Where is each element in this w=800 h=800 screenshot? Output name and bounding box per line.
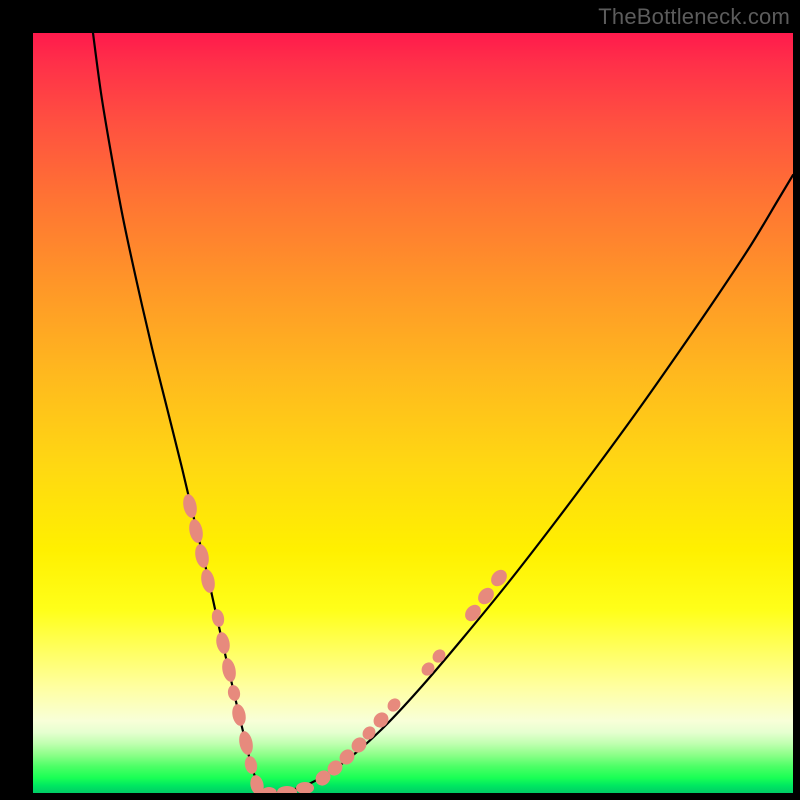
watermark-text: TheBottleneck.com [598,4,790,30]
beads-group [181,493,510,793]
bead [193,543,211,569]
bead [226,684,241,702]
chart-frame: TheBottleneck.com [0,0,800,800]
curve-group [93,33,793,793]
bead [430,647,448,665]
bead [210,608,225,628]
bead [370,709,391,730]
bead [199,568,217,594]
chart-svg [33,33,793,793]
bead [220,657,238,683]
bead [181,493,199,519]
bead [237,730,255,756]
curve-right-branch [269,175,793,793]
bead [277,786,297,793]
bead [187,518,205,544]
bead [214,631,231,655]
plot-area [33,33,793,793]
bead [243,755,258,775]
bead [230,703,247,727]
bead [475,585,497,608]
bead [419,660,437,678]
curve-left-branch [93,33,269,793]
bead [462,602,484,625]
